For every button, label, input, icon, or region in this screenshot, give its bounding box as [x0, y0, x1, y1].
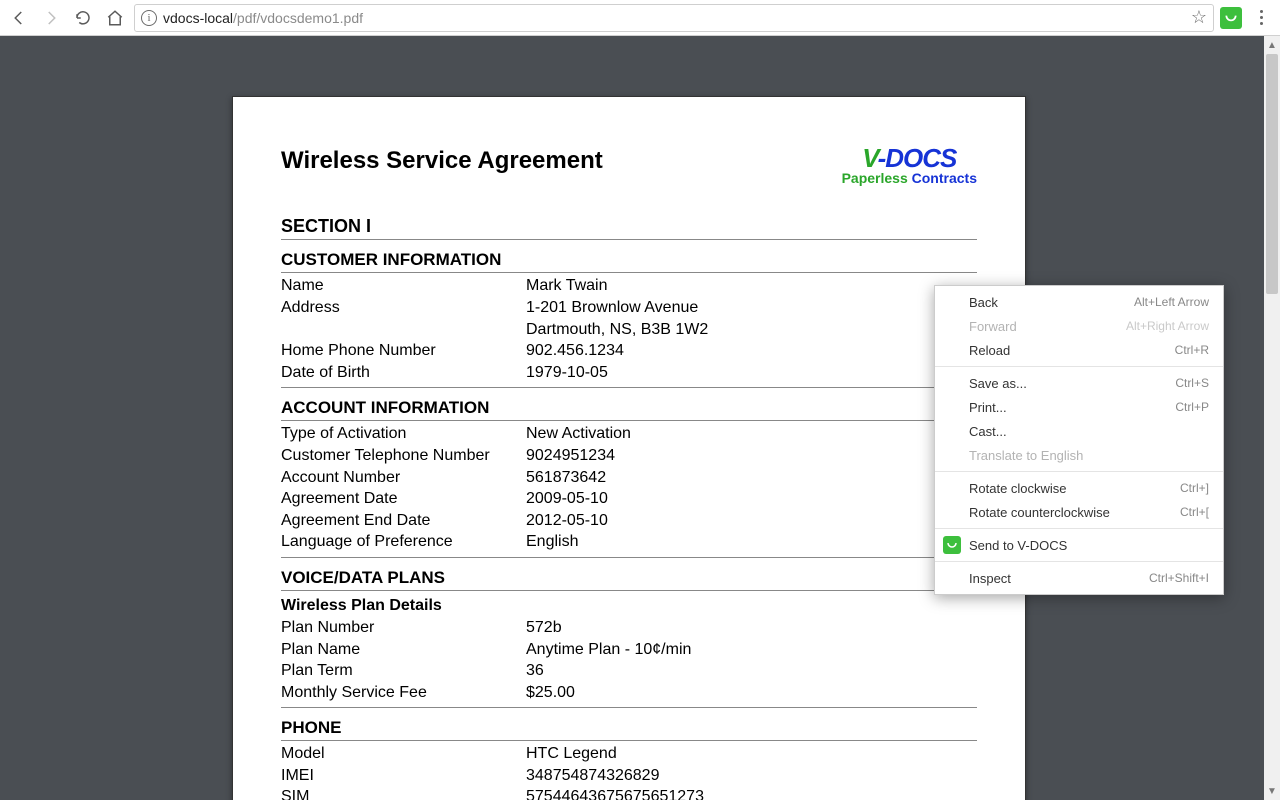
field-value: 2009-05-10 — [526, 488, 977, 510]
field-value: Mark Twain — [526, 275, 977, 297]
ctx-back[interactable]: BackAlt+Left Arrow — [935, 290, 1223, 314]
field-value: HTC Legend — [526, 743, 977, 765]
field-label: Language of Preference — [281, 531, 526, 553]
field-value: English — [526, 531, 977, 553]
site-info-icon[interactable]: i — [141, 10, 157, 26]
ctx-reload[interactable]: ReloadCtrl+R — [935, 338, 1223, 362]
scroll-thumb[interactable] — [1266, 54, 1278, 294]
vdocs-icon — [943, 536, 961, 554]
bookmark-star-icon[interactable]: ☆ — [1191, 7, 1207, 28]
document-title: Wireless Service Agreement — [281, 147, 603, 175]
field-value: 1979-10-05 — [526, 362, 977, 384]
field-value: New Activation — [526, 423, 977, 445]
browser-toolbar: i vdocs-local/pdf/vdocsdemo1.pdf ☆ — [0, 0, 1280, 36]
field-value: Anytime Plan - 10¢/min — [526, 639, 977, 661]
field-label: Plan Name — [281, 639, 526, 661]
field-label: Date of Birth — [281, 362, 526, 384]
context-menu: BackAlt+Left Arrow ForwardAlt+Right Arro… — [934, 285, 1224, 595]
ctx-separator — [935, 528, 1223, 529]
ctx-rotate-cw[interactable]: Rotate clockwiseCtrl+] — [935, 476, 1223, 500]
field-label: Agreement Date — [281, 488, 526, 510]
ctx-rotate-ccw[interactable]: Rotate counterclockwiseCtrl+[ — [935, 500, 1223, 524]
scroll-down-icon[interactable]: ▼ — [1264, 782, 1280, 800]
section-1-heading: SECTION I — [281, 216, 977, 240]
field-value: 2012-05-10 — [526, 510, 977, 532]
field-value: 57544643675675651273 — [526, 786, 977, 800]
field-label: Agreement End Date — [281, 510, 526, 532]
phone-heading: PHONE — [281, 718, 977, 741]
field-value: 36 — [526, 660, 977, 682]
ctx-send-to-vdocs[interactable]: Send to V-DOCS — [935, 533, 1223, 557]
ctx-inspect[interactable]: InspectCtrl+Shift+I — [935, 566, 1223, 590]
ctx-translate: Translate to English — [935, 443, 1223, 467]
ctx-separator — [935, 471, 1223, 472]
pdf-page: Wireless Service Agreement V-DOCS Paperl… — [232, 96, 1026, 800]
reload-button[interactable] — [70, 5, 96, 31]
back-button[interactable] — [6, 5, 32, 31]
url-text: vdocs-local/pdf/vdocsdemo1.pdf — [163, 10, 1185, 26]
field-label: Customer Telephone Number — [281, 445, 526, 467]
ctx-forward: ForwardAlt+Right Arrow — [935, 314, 1223, 338]
field-label: Account Number — [281, 467, 526, 489]
vdocs-extension-icon[interactable] — [1220, 7, 1242, 29]
vertical-scrollbar[interactable]: ▲ ▼ — [1264, 36, 1280, 800]
field-label: Type of Activation — [281, 423, 526, 445]
account-info-heading: ACCOUNT INFORMATION — [281, 398, 977, 421]
ctx-separator — [935, 561, 1223, 562]
field-value: Dartmouth, NS, B3B 1W2 — [526, 319, 977, 341]
field-value: 9024951234 — [526, 445, 977, 467]
customer-info-heading: CUSTOMER INFORMATION — [281, 250, 977, 273]
field-label: IMEI — [281, 765, 526, 787]
field-label: Home Phone Number — [281, 340, 526, 362]
ctx-cast[interactable]: Cast... — [935, 419, 1223, 443]
field-value: 348754874326829 — [526, 765, 977, 787]
field-label: Name — [281, 275, 526, 297]
home-button[interactable] — [102, 5, 128, 31]
vdocs-logo: V-DOCS Paperless Contracts — [842, 147, 977, 186]
ctx-separator — [935, 366, 1223, 367]
browser-menu-button[interactable] — [1248, 5, 1274, 31]
field-value: $25.00 — [526, 682, 977, 704]
field-label: Address — [281, 297, 526, 319]
field-label: Plan Term — [281, 660, 526, 682]
forward-button[interactable] — [38, 5, 64, 31]
field-value: 902.456.1234 — [526, 340, 977, 362]
field-value: 572b — [526, 617, 977, 639]
field-label: Plan Number — [281, 617, 526, 639]
plan-details-subhead: Wireless Plan Details — [281, 597, 977, 615]
field-value: 561873642 — [526, 467, 977, 489]
field-label: Model — [281, 743, 526, 765]
field-label: SIM — [281, 786, 526, 800]
scroll-up-icon[interactable]: ▲ — [1264, 36, 1280, 54]
field-value: 1-201 Brownlow Avenue — [526, 297, 977, 319]
field-label: Monthly Service Fee — [281, 682, 526, 704]
ctx-print[interactable]: Print...Ctrl+P — [935, 395, 1223, 419]
plans-heading: VOICE/DATA PLANS — [281, 568, 977, 591]
ctx-save-as[interactable]: Save as...Ctrl+S — [935, 371, 1223, 395]
address-bar[interactable]: i vdocs-local/pdf/vdocsdemo1.pdf ☆ — [134, 4, 1214, 32]
